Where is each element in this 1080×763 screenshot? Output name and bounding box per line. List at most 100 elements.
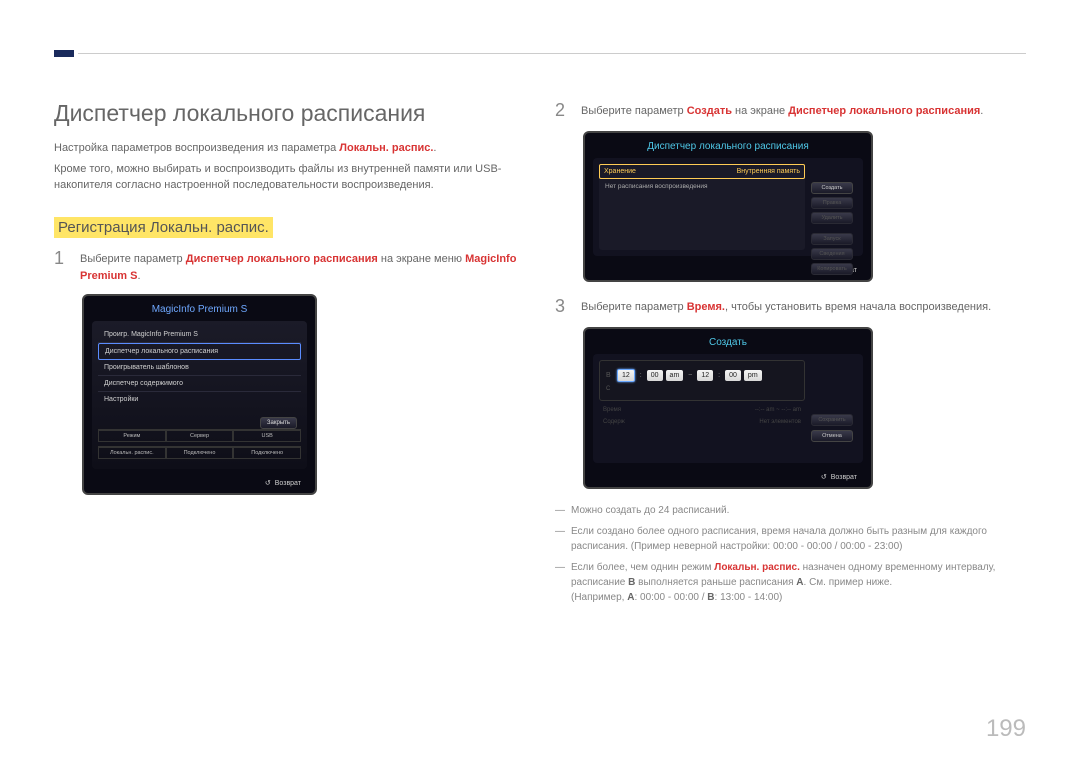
note-2: ― Если создано более одного расписания, … xyxy=(555,524,1026,554)
mock1-body: Проигр. MagicInfo Premium S Диспетчер ло… xyxy=(92,321,307,469)
mock1-status-headers: Режим Сервер USB xyxy=(98,429,301,442)
mock3-t1-hour: 12 xyxy=(617,369,635,382)
step-3-number: 3 xyxy=(555,296,569,317)
mock2-btn-create: Создать xyxy=(811,182,853,194)
note-dash: ― xyxy=(555,560,565,605)
mock2-storage-row: Хранение Внутренняя память xyxy=(599,164,805,179)
n3-d: . См. пример ниже. xyxy=(804,577,893,588)
mock3-t1-ampm: am xyxy=(666,370,684,381)
intro1-text-a: Настройка параметров воспроизведения из … xyxy=(54,142,339,154)
note-1: ― Можно создать до 24 расписаний. xyxy=(555,503,1026,518)
mock2-btn-copy: Копировать xyxy=(811,263,853,275)
mock3-dim1-l: Время xyxy=(603,407,621,413)
n3-B4: B xyxy=(707,592,714,603)
step-2: 2 Выберите параметр Создать на экране Ди… xyxy=(555,100,1026,121)
page-number: 199 xyxy=(986,715,1026,743)
mock1-item-3: Диспетчер содержимого xyxy=(98,376,301,392)
mock1-sh-2: USB xyxy=(233,430,301,442)
intro1-highlight: Локальн. распис. xyxy=(339,142,433,154)
mock1-sv-2: Подключено xyxy=(233,447,301,459)
mock1-sh-0: Режим xyxy=(98,430,166,442)
mock3-btn-cancel: Отмена xyxy=(811,430,853,442)
mock3-dim2-r: Нет элементов xyxy=(759,419,801,425)
note-dash: ― xyxy=(555,524,565,554)
note-dash: ― xyxy=(555,503,565,518)
note-3-body: Если более, чем однин режим Локальн. рас… xyxy=(571,560,1026,605)
note-2-body: Если создано более одного расписания, вр… xyxy=(571,524,1026,554)
step2-hl2: Диспетчер локального расписания xyxy=(788,105,980,117)
screenshot-schedule-manager: Диспетчер локального расписания Хранение… xyxy=(583,131,873,282)
mock3-row-lbl-v: В xyxy=(606,372,614,379)
mock3-row-lbl-c: С xyxy=(606,382,798,392)
step-2-text: Выберите параметр Создать на экране Дисп… xyxy=(581,100,983,121)
mock3-dim2-l: Содерж xyxy=(603,419,625,425)
step1-hl1: Диспетчер локального расписания xyxy=(186,253,378,265)
mock2-title: Диспетчер локального расписания xyxy=(585,133,871,158)
mock1-item-1-selected: Диспетчер локального расписания xyxy=(98,343,301,360)
mock3-t2-ampm: pm xyxy=(744,370,762,381)
step2-b: на экране xyxy=(732,105,788,117)
mock1-status-values: Локальн. распис. Подключено Подключено xyxy=(98,446,301,459)
mock3-time-row: В 12 : 00 am ~ 12 : 00 pm xyxy=(606,369,798,382)
tilde-sep: ~ xyxy=(686,372,694,379)
step1-b: на экране меню xyxy=(378,253,465,265)
left-column: Диспетчер локального расписания Настройк… xyxy=(54,100,525,723)
right-column: 2 Выберите параметр Создать на экране Ди… xyxy=(555,100,1026,723)
return-icon: ↺ xyxy=(265,479,271,487)
mock3-dim-row-2: Содерж Нет элементов xyxy=(599,413,805,425)
mock1-close-button: Закрыть xyxy=(260,417,297,429)
intro1-dot: . xyxy=(433,142,436,154)
return-icon: ↺ xyxy=(821,473,827,481)
mock1-item-0: Проигр. MagicInfo Premium S xyxy=(98,327,301,343)
n3-hl: Локальн. распис. xyxy=(714,562,800,573)
step-1: 1 Выберите параметр Диспетчер локального… xyxy=(54,248,525,284)
n3-g: : 13:00 - 14:00) xyxy=(715,592,783,603)
mock2-btn-info: Сведения xyxy=(811,248,853,260)
mock2-body: Хранение Внутренняя память Нет расписани… xyxy=(593,158,863,256)
mock1-title: MagicInfo Premium S xyxy=(84,296,315,321)
screenshot-create-time: Создать В 12 : 00 am ~ 12 : 00 pm xyxy=(583,327,873,489)
mock2-no-playback: Нет расписания воспроизведения xyxy=(599,179,805,194)
mock3-side-buttons: Сохранить Отмена xyxy=(811,414,853,442)
mock3-dim-row-1: Время --:-- am ~ --:-- am xyxy=(599,401,805,413)
header-divider xyxy=(78,53,1026,54)
mock3-t2-hour: 12 xyxy=(697,370,713,381)
step1-a: Выберите параметр xyxy=(80,253,186,265)
mock1-item-4: Настройки xyxy=(98,392,301,407)
page-content: Диспетчер локального расписания Настройк… xyxy=(54,100,1026,723)
mock1-footer: ↺ Возврат xyxy=(84,475,315,493)
step-3: 3 Выберите параметр Время., чтобы устано… xyxy=(555,296,1026,317)
step3-a: Выберите параметр xyxy=(581,301,687,313)
notes-list: ― Можно создать до 24 расписаний. ― Если… xyxy=(555,503,1026,605)
mock2-content-box: Хранение Внутренняя память Нет расписани… xyxy=(599,164,805,250)
n3-a: Если более, чем однин режим xyxy=(571,562,714,573)
page-title: Диспетчер локального расписания xyxy=(54,100,525,127)
mock2-storage-label: Хранение xyxy=(604,168,636,175)
mock1-sv-0: Локальн. распис. xyxy=(98,447,166,459)
mock3-body: В 12 : 00 am ~ 12 : 00 pm С Время xyxy=(593,354,863,463)
mock3-dim1-r: --:-- am ~ --:-- am xyxy=(755,407,801,413)
step3-hl1: Время. xyxy=(687,301,725,313)
mock1-return: Возврат xyxy=(275,480,301,487)
note-3: ― Если более, чем однин режим Локальн. р… xyxy=(555,560,1026,605)
mock1-item-2: Проигрыватель шаблонов xyxy=(98,360,301,376)
n3-f: : 00:00 - 00:00 / xyxy=(634,592,707,603)
step-3-text: Выберите параметр Время., чтобы установи… xyxy=(581,296,991,317)
mock3-footer: ↺ Возврат xyxy=(585,469,871,487)
colon-sep: : xyxy=(716,372,722,379)
step2-a: Выберите параметр xyxy=(581,105,687,117)
step3-b: , чтобы установить время начала воспроиз… xyxy=(725,301,991,313)
screenshot-magicinfo-menu: MagicInfo Premium S Проигр. MagicInfo Pr… xyxy=(82,294,317,495)
mock3-return: Возврат xyxy=(831,474,857,481)
mock3-btn-save: Сохранить xyxy=(811,414,853,426)
mock1-sh-1: Сервер xyxy=(166,430,234,442)
mock2-btn-delete: Удалить xyxy=(811,212,853,224)
intro-paragraph-1: Настройка параметров воспроизведения из … xyxy=(54,141,525,156)
step2-c: . xyxy=(980,105,983,117)
mock3-t2-min: 00 xyxy=(725,370,741,381)
intro-paragraph-2: Кроме того, можно выбирать и воспроизвод… xyxy=(54,162,525,193)
mock1-sv-1: Подключено xyxy=(166,447,234,459)
step-1-text: Выберите параметр Диспетчер локального р… xyxy=(80,248,525,284)
mock3-title: Создать xyxy=(585,329,871,354)
mock3-time-panel: В 12 : 00 am ~ 12 : 00 pm С xyxy=(599,360,805,401)
